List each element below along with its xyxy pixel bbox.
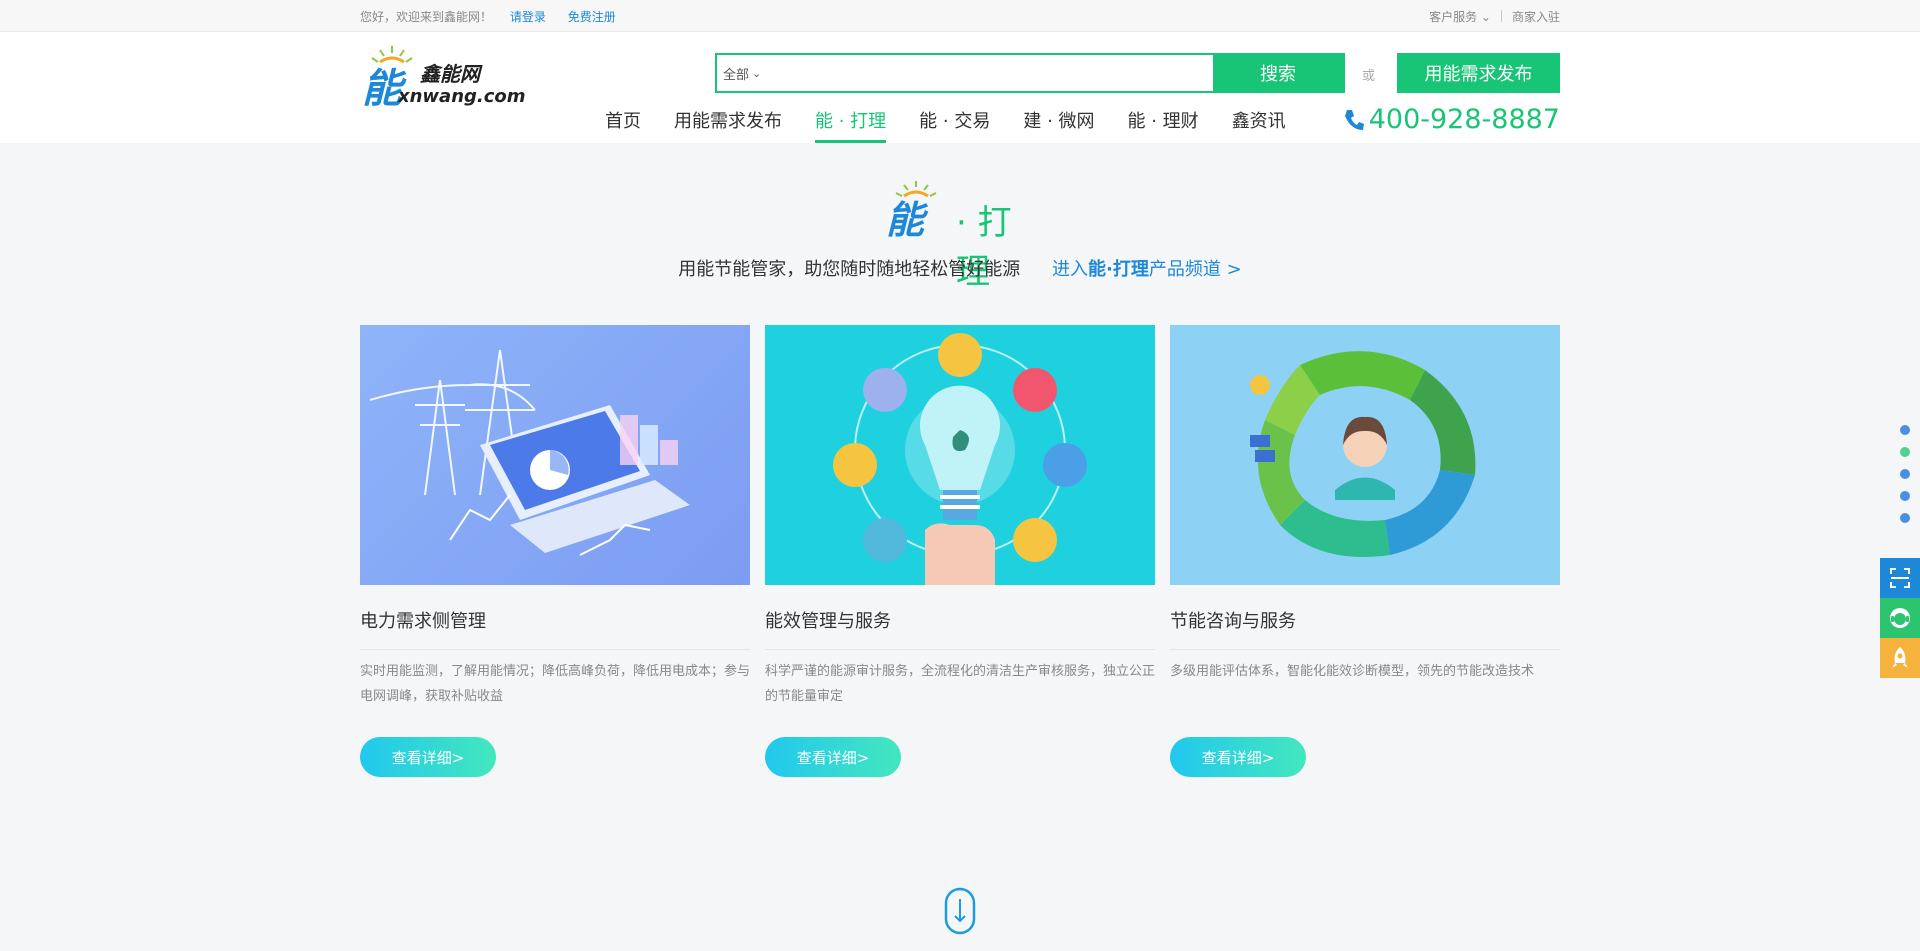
nav-home[interactable]: 首页 — [605, 107, 641, 143]
nav-publish[interactable]: 用能需求发布 — [674, 107, 782, 143]
power-demand-illustration[interactable] — [360, 325, 750, 585]
energy-consulting-illustration[interactable] — [1170, 325, 1560, 585]
view-details-button[interactable]: 查看详细> — [765, 737, 901, 777]
scan-button[interactable] — [1880, 558, 1920, 598]
section-dot[interactable] — [1900, 469, 1910, 479]
brand-domain: xnwang.com — [398, 86, 526, 107]
customer-service-menu[interactable]: 客户服务 ⌄ — [1429, 8, 1491, 25]
card-title: 能效管理与服务 — [765, 607, 1155, 650]
card-title: 节能咨询与服务 — [1170, 607, 1560, 650]
nav-news[interactable]: 鑫资讯 — [1232, 107, 1286, 143]
recycle-landscape-icon — [1250, 351, 1476, 557]
nav-manage[interactable]: 能 · 打理 — [815, 107, 887, 143]
search-category-select[interactable]: 全部 ⌄ — [717, 55, 777, 91]
section-tagline: 用能节能管家，助您随时随地轻松管好能源 进入能·打理产品频道 > — [678, 259, 1242, 280]
main-nav: 首页 用能需求发布 能 · 打理 能 · 交易 建 · 微网 能 · 理财 鑫资… — [605, 107, 1319, 143]
merchant-link[interactable]: 商家入驻 — [1512, 8, 1560, 25]
card-description: 多级用能评估体系，智能化能效诊断模型，领先的节能改造技术 — [1170, 664, 1535, 679]
nav-trade[interactable]: 能 · 交易 — [919, 107, 990, 143]
register-link[interactable]: 免费注册 — [568, 10, 616, 24]
hotline: 400-928-8887 — [1343, 104, 1560, 135]
energy-efficiency-illustration[interactable] — [765, 325, 1155, 585]
view-details-button[interactable]: 查看详细> — [1170, 737, 1306, 777]
login-link[interactable]: 请登录 — [510, 10, 546, 24]
service-card: 节能咨询与服务 多级用能评估体系，智能化能效诊断模型，领先的节能改造技术 查看详… — [1170, 325, 1560, 777]
search-bar: 全部 ⌄ 搜索 — [715, 53, 1345, 93]
divider — [1500, 10, 1502, 22]
card-title: 电力需求侧管理 — [360, 607, 750, 650]
scan-icon — [1890, 568, 1910, 588]
back-to-top-button[interactable] — [1880, 638, 1920, 678]
search-input[interactable] — [777, 55, 1213, 91]
page-section-dots — [1900, 425, 1910, 535]
section-dot[interactable] — [1900, 491, 1910, 501]
view-details-button[interactable]: 查看详细> — [360, 737, 496, 777]
section-dot-active[interactable] — [1900, 447, 1910, 457]
publish-demand-button[interactable]: 用能需求发布 — [1397, 53, 1560, 93]
chevron-down-icon: ⌄ — [1480, 9, 1491, 24]
service-card: 电力需求侧管理 实时用能监测，了解用能情况；降低高峰负荷，降低用电成本；参与电网… — [360, 325, 750, 777]
chevron-down-icon: ⌄ — [752, 66, 762, 80]
welcome-text: 您好，欢迎来到鑫能网！ — [360, 9, 493, 24]
service-cards: 电力需求侧管理 实时用能监测，了解用能情况；降低高峰负荷，降低用电成本；参与电网… — [360, 325, 1560, 777]
service-card: 能效管理与服务 科学严谨的能源审计服务，全流程化的清洁生产审核服务，独立公正的节… — [765, 325, 1155, 777]
enter-channel-link[interactable]: 进入能·打理产品频道 > — [1052, 259, 1242, 280]
rocket-icon — [1892, 647, 1908, 668]
customer-service-button[interactable] — [1880, 598, 1920, 638]
phone-number: 400-928-8887 — [1368, 104, 1560, 135]
section-logo-icon: 能 — [886, 181, 937, 242]
phone-icon — [1344, 109, 1364, 130]
brand-name: 鑫能网 — [420, 62, 480, 86]
mouse-scroll-icon — [944, 887, 976, 935]
card-description: 实时用能监测，了解用能情况；降低高峰负荷，降低用电成本；参与电网调峰，获取补贴收… — [360, 664, 751, 704]
power-tower-laptop-icon — [369, 349, 690, 556]
nav-finance[interactable]: 能 · 理财 — [1128, 107, 1199, 143]
support-agent-icon — [1890, 608, 1910, 628]
section-dot[interactable] — [1900, 513, 1910, 523]
or-text: 或 — [1362, 69, 1376, 84]
main-content: 能 · 打理 用能节能管家，助您随时随地轻松管好能源 进入能·打理产品频道 > — [360, 143, 1560, 951]
svg-text:能: 能 — [886, 198, 929, 237]
section-logo: 能 · 打理 — [886, 179, 1026, 292]
site-logo[interactable]: 能 鑫能网 xnwang.com — [360, 44, 540, 114]
section-dot[interactable] — [1900, 425, 1910, 435]
nav-microgrid[interactable]: 建 · 微网 — [1023, 107, 1094, 143]
top-bar: 您好，欢迎来到鑫能网！ 请登录 免费注册 客户服务 ⌄ 商家入驻 — [0, 0, 1920, 32]
card-description: 科学严谨的能源审计服务，全流程化的清洁生产审核服务，独立公正的节能量审定 — [765, 664, 1156, 704]
light-bulb-icon — [833, 333, 1087, 585]
scroll-down-icon[interactable] — [944, 887, 976, 939]
search-button[interactable]: 搜索 — [1213, 55, 1343, 91]
header: 能 鑫能网 xnwang.com 全部 ⌄ 搜索 或 用能需求发布 首页 用能需求… — [0, 32, 1920, 143]
